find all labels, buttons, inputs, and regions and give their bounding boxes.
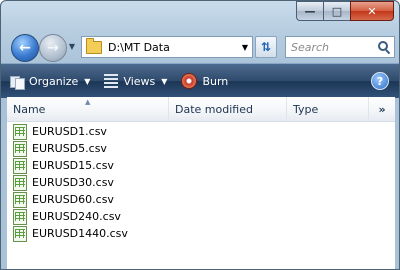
burn-label: Burn <box>202 74 229 88</box>
address-dropdown-icon[interactable]: ▼ <box>238 43 252 52</box>
explorer-window: — □ ✕ ← → ▼ D:\MT Data ▼ ⇅ Search Organi… <box>0 0 400 270</box>
refresh-button[interactable]: ⇅ <box>255 36 277 58</box>
list-item[interactable]: EURUSD60.csv <box>7 191 395 208</box>
views-button[interactable]: Views ▼ <box>99 69 172 93</box>
back-button[interactable]: ← <box>11 34 39 62</box>
help-icon[interactable]: ? <box>371 72 389 90</box>
file-name: EURUSD5.csv <box>32 142 107 155</box>
address-bar[interactable]: D:\MT Data ▼ <box>81 36 253 58</box>
search-input[interactable]: Search <box>291 41 378 54</box>
more-columns-button[interactable]: » <box>369 97 395 121</box>
csv-file-icon <box>13 140 27 157</box>
column-name[interactable]: Name <box>7 97 169 121</box>
file-list-pane: ▲ Name Date modified Type » EURUSD1.csv … <box>7 97 395 269</box>
csv-file-icon <box>13 208 27 225</box>
more-columns-icon: » <box>378 102 386 116</box>
column-date-modified[interactable]: Date modified <box>169 97 287 121</box>
search-box[interactable]: Search <box>285 36 395 58</box>
list-item[interactable]: EURUSD240.csv <box>7 208 395 225</box>
column-type[interactable]: Type <box>287 97 369 121</box>
forward-button[interactable]: → <box>39 34 67 62</box>
csv-file-icon <box>13 157 27 174</box>
command-bar: Organize ▼ Views ▼ Burn ? <box>1 63 399 98</box>
file-name: EURUSD15.csv <box>32 159 114 172</box>
back-arrow-icon: ← <box>19 40 31 56</box>
chevron-down-icon: ▼ <box>68 41 76 51</box>
title-bar[interactable]: — □ ✕ <box>1 1 399 31</box>
organize-icon <box>10 74 25 90</box>
file-name: EURUSD60.csv <box>32 193 114 206</box>
minimize-button[interactable]: — <box>296 1 323 21</box>
file-name: EURUSD1.csv <box>32 125 107 138</box>
minimize-icon: — <box>304 4 316 18</box>
csv-file-icon <box>13 174 27 191</box>
column-date-label: Date modified <box>175 102 253 116</box>
list-item[interactable]: EURUSD5.csv <box>7 140 395 157</box>
list-item[interactable]: EURUSD1440.csv <box>7 225 395 242</box>
close-button[interactable]: ✕ <box>350 1 394 21</box>
list-item[interactable]: EURUSD30.csv <box>7 174 395 191</box>
address-path[interactable]: D:\MT Data <box>108 41 238 54</box>
csv-file-icon <box>13 225 27 242</box>
caption-buttons: — □ ✕ <box>296 1 394 21</box>
file-list: EURUSD1.csv EURUSD5.csv EURUSD15.csv EUR… <box>7 123 395 242</box>
navigation-bar: ← → ▼ D:\MT Data ▼ ⇅ Search <box>1 31 399 63</box>
views-label: Views <box>123 74 156 88</box>
close-icon: ✕ <box>367 4 377 18</box>
burn-disc-icon <box>181 73 198 89</box>
file-name: EURUSD30.csv <box>32 176 114 189</box>
chevron-down-icon: ▼ <box>84 76 91 86</box>
maximize-icon: □ <box>331 4 343 18</box>
recent-pages-dropdown[interactable]: ▼ <box>67 39 77 53</box>
folder-icon <box>86 37 102 54</box>
csv-file-icon <box>13 123 27 140</box>
column-name-label: Name <box>13 102 46 116</box>
list-item[interactable]: EURUSD1.csv <box>7 123 395 140</box>
column-header: ▲ Name Date modified Type » <box>7 97 395 122</box>
chevron-down-icon: ▼ <box>161 76 168 86</box>
column-type-label: Type <box>293 102 319 116</box>
maximize-button[interactable]: □ <box>323 1 350 21</box>
file-name: EURUSD1440.csv <box>32 227 128 240</box>
refresh-icon: ⇅ <box>260 40 272 54</box>
search-icon[interactable] <box>378 41 390 53</box>
views-icon <box>104 74 119 88</box>
burn-button[interactable]: Burn <box>176 69 233 93</box>
forward-arrow-icon: → <box>47 40 59 56</box>
file-name: EURUSD240.csv <box>32 210 121 223</box>
csv-file-icon <box>13 191 27 208</box>
list-item[interactable]: EURUSD15.csv <box>7 157 395 174</box>
organize-label: Organize <box>29 74 79 88</box>
organize-button[interactable]: Organize ▼ <box>5 69 95 93</box>
